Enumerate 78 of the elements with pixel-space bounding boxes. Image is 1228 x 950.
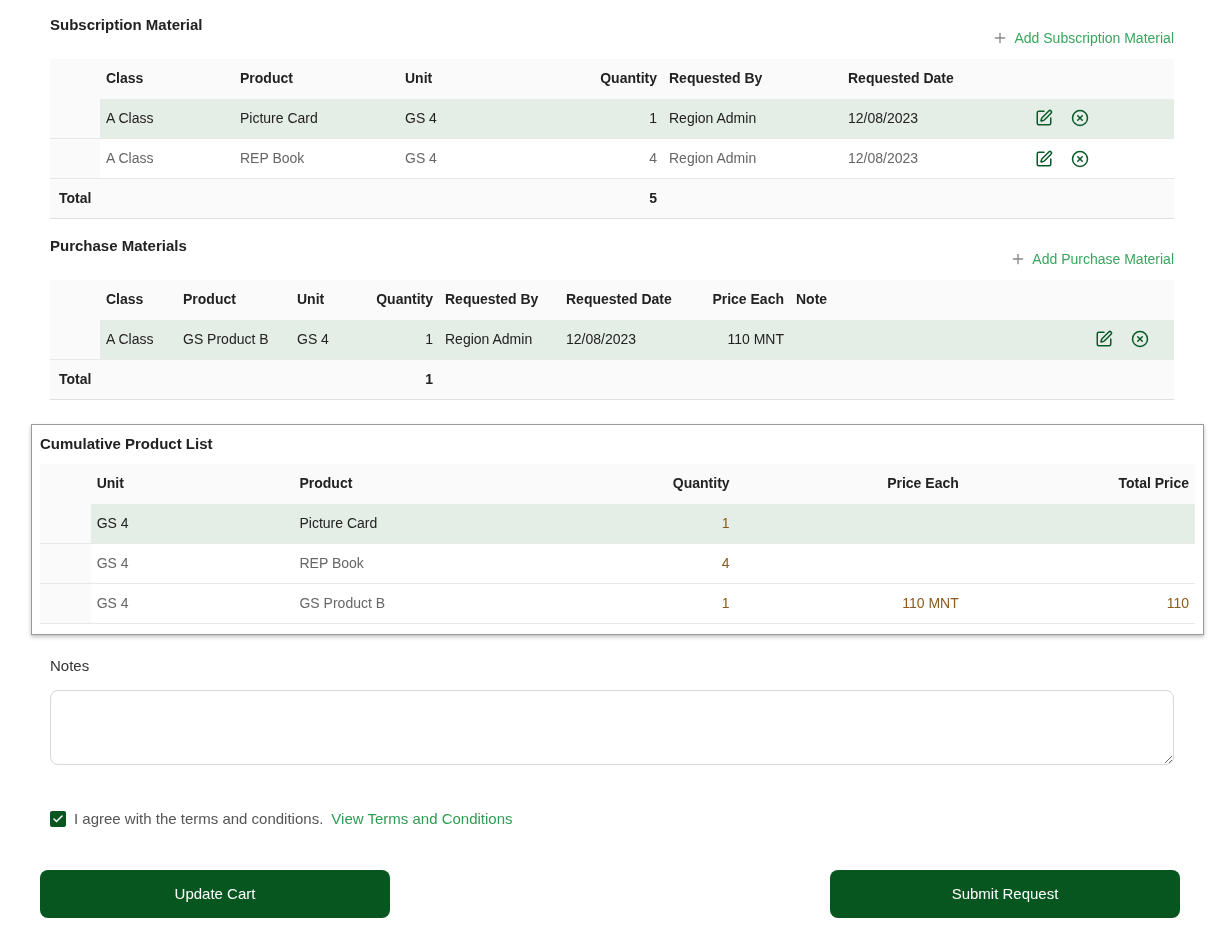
table-cell: Region Admin: [669, 109, 757, 126]
table-cell: 1: [425, 330, 433, 347]
table-cell: GS Product B: [299, 595, 386, 611]
add-link[interactable]: Add Purchase Material: [1010, 248, 1174, 270]
total-quantity: 1: [425, 371, 433, 387]
total-quantity: 5: [649, 190, 657, 206]
delete-icon[interactable]: [1071, 109, 1089, 128]
table-cell: 1: [649, 109, 657, 126]
table-cell: 12/08/2023: [848, 109, 919, 126]
add-link[interactable]: Add Subscription Material: [992, 27, 1174, 49]
column-header: Requested By: [439, 279, 560, 320]
section-title: Purchase Materials: [50, 236, 187, 256]
column-header: Quantity: [567, 463, 736, 504]
edit-icon[interactable]: [1035, 149, 1053, 168]
column-header: Unit: [399, 58, 564, 99]
total-label: Total: [59, 190, 92, 206]
column-header: Product: [234, 58, 399, 99]
table-cell: 1: [721, 514, 730, 531]
action-button[interactable]: Update Cart: [40, 870, 390, 918]
column-header: Unit: [291, 279, 350, 320]
table-row[interactable]: A Class REP Book GS 4 4 Region Admin 12/08/2023: [50, 138, 1174, 179]
table-cell: A Class: [106, 109, 154, 126]
table-cell: GS 4: [96, 595, 129, 611]
column-header: Unit: [90, 463, 294, 504]
table-row[interactable]: A Class Picture Card GS 4 1 Region Admin 12/08/2023: [50, 98, 1174, 139]
notes-field[interactable]: [50, 689, 1174, 765]
column-header: Total Price: [964, 463, 1195, 504]
table-row[interactable]: GS 4 Picture Card 1: [40, 503, 1195, 544]
table-cell: GS 4: [405, 109, 437, 126]
table-cell: REP Book: [240, 150, 305, 166]
column-header: Requested By: [663, 58, 842, 99]
column-header: Quantity: [350, 279, 439, 320]
action-button[interactable]: Submit Request: [830, 870, 1180, 918]
table-row[interactable]: GS 4 GS Product B 1 110 MNT 110: [40, 583, 1195, 624]
table-cell: Region Admin: [669, 150, 757, 166]
table-cell: Picture Card: [240, 109, 318, 126]
total-label: Total: [59, 371, 92, 387]
table-cell: 110: [1166, 595, 1189, 611]
delete-icon[interactable]: [1131, 330, 1149, 349]
table-cell: 110 MNT: [902, 595, 959, 611]
section-title: Subscription Material: [50, 15, 203, 35]
table-row[interactable]: GS 4 REP Book 4: [40, 543, 1195, 584]
delete-icon[interactable]: [1071, 149, 1089, 168]
table-cell: A Class: [106, 150, 154, 166]
table-cell: GS 4: [297, 330, 329, 347]
table-cell: 4: [649, 150, 657, 166]
column-header: Note: [790, 279, 850, 320]
table-cell: 110 MNT: [727, 330, 784, 347]
column-header: Quantity: [564, 58, 663, 99]
column-header: Product: [177, 279, 291, 320]
table-cell: GS 4: [96, 514, 129, 531]
table-cell: Picture Card: [299, 514, 378, 531]
column-header: Class: [100, 58, 234, 99]
table-cell: A Class: [106, 330, 154, 347]
table-cell: GS 4: [96, 555, 129, 571]
terms-checkbox[interactable]: [50, 810, 66, 827]
column-header: Requested Date: [842, 58, 1022, 99]
table-cell: 1: [721, 595, 730, 611]
column-header: Requested Date: [560, 279, 690, 320]
edit-icon[interactable]: [1035, 109, 1053, 128]
table-cell: 12/08/2023: [566, 330, 637, 347]
column-header: Class: [100, 279, 177, 320]
table-cell: 12/08/2023: [848, 150, 919, 166]
column-header: Price Each: [690, 279, 790, 320]
table-cell: Region Admin: [445, 330, 533, 347]
section-title: Cumulative Product List: [40, 434, 214, 454]
table-row[interactable]: A Class GS Product B GS 4 1 Region Admin 12/08/2023 110 MNT: [50, 319, 1174, 360]
check-icon: [52, 812, 64, 825]
table-cell: GS 4: [405, 150, 437, 166]
terms-link[interactable]: View Terms and Conditions: [331, 807, 513, 830]
terms-text: I agree with the terms and conditions.: [74, 808, 324, 829]
notes-label: Notes: [50, 656, 91, 676]
column-header: Price Each: [735, 463, 965, 504]
column-header: Product: [293, 463, 568, 504]
edit-icon[interactable]: [1095, 330, 1113, 349]
table-cell: 4: [721, 555, 730, 571]
table-cell: GS Product B: [183, 330, 269, 347]
table-cell: REP Book: [299, 555, 364, 571]
